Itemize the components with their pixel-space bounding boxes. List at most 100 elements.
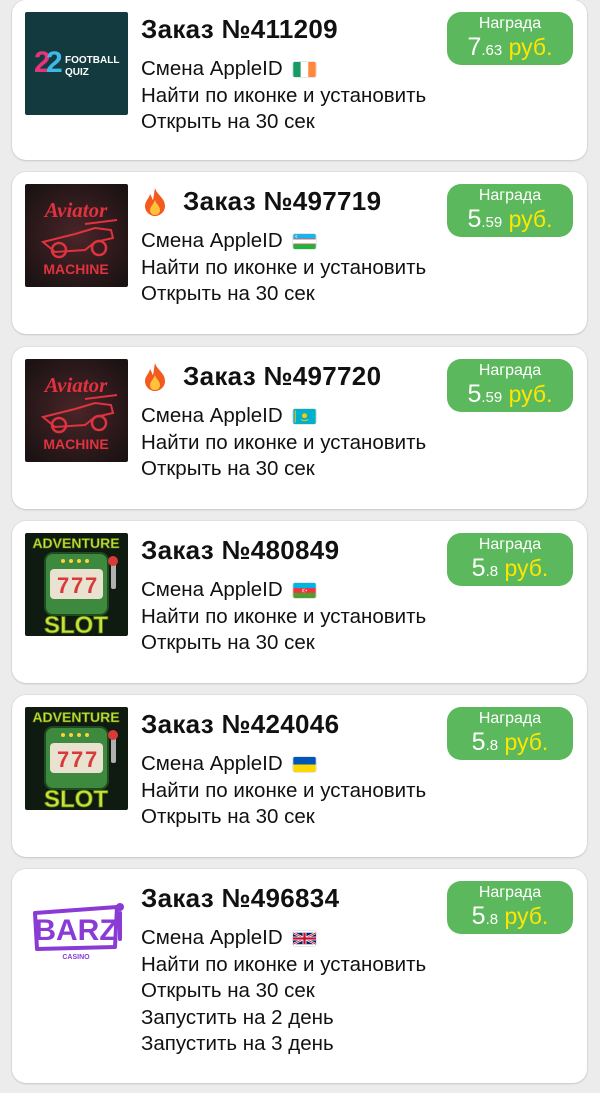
svg-text:ADVENTURE: ADVENTURE xyxy=(32,709,119,725)
reward-fraction: .59 xyxy=(481,214,503,231)
reward-label: Награда xyxy=(478,362,542,379)
reward-amount: 5.8 руб. xyxy=(447,902,573,934)
svg-text:MACHINE: MACHINE xyxy=(43,436,108,452)
order-step: Открыть на 30 сек xyxy=(141,281,426,308)
reward-amount: 7.63 руб. xyxy=(447,33,573,65)
fire-icon xyxy=(141,187,169,217)
reward-badge: Награда 5.8 руб. xyxy=(447,707,573,760)
reward-currency: руб. xyxy=(502,381,553,407)
reward-currency: руб. xyxy=(502,34,553,60)
reward-integer: 5 xyxy=(471,728,486,756)
reward-badge: Награда 5.8 руб. xyxy=(447,533,573,586)
order-title-text: Заказ №480849 xyxy=(141,535,340,565)
azerbaijan-flag-icon xyxy=(292,582,316,598)
order-step-text: Найти по иконке и установить xyxy=(141,778,427,802)
order-steps: Смена AppleID Найти по иконке и установит… xyxy=(141,56,426,136)
order-title: Заказ №497720 xyxy=(141,361,381,392)
order-step-text: Найти по иконке и установить xyxy=(141,604,427,628)
reward-amount: 5.59 руб. xyxy=(447,380,573,412)
order-steps: Смена AppleID Найти по иконке и установит… xyxy=(141,577,426,657)
svg-text:Aviator: Aviator xyxy=(43,198,108,222)
order-step-text: Открыть на 30 сек xyxy=(141,282,315,305)
aviator-machine-icon: Aviator MACHINE xyxy=(25,184,128,287)
order-step: Смена AppleID xyxy=(141,577,426,604)
svg-text:2: 2 xyxy=(46,46,63,79)
order-step: Смена AppleID xyxy=(141,228,426,255)
order-step-text: Открыть на 30 сек xyxy=(141,631,315,654)
ukraine-flag-icon xyxy=(292,756,316,772)
reward-label: Награда xyxy=(478,710,542,727)
reward-integer: 5 xyxy=(467,380,482,408)
order-step: Найти по иконке и установить xyxy=(141,604,426,631)
order-card[interactable]: Aviator MACHINE Заказ №497720 Смена Appl… xyxy=(12,347,587,509)
barz-casino-icon: BARZ CASINO xyxy=(25,881,128,984)
football-quiz-icon: 2 2 FOOTBALL QUIZ xyxy=(25,12,128,115)
order-card[interactable]: ADVENTURE 7 7 7 SLOT Заказ №480849 Смена… xyxy=(12,521,587,683)
svg-text:7: 7 xyxy=(85,747,97,772)
order-title: Заказ №480849 xyxy=(141,535,339,566)
reward-amount: 5.59 руб. xyxy=(447,205,573,237)
order-card[interactable]: ADVENTURE 7 7 7 SLOT Заказ №424046 Смена… xyxy=(12,695,587,857)
order-step-text: Открыть на 30 сек xyxy=(141,110,315,133)
uzbekistan-flag-icon xyxy=(292,233,316,249)
reward-fraction: .59 xyxy=(481,389,503,406)
order-step: Открыть на 30 сек xyxy=(141,456,426,483)
reward-currency: руб. xyxy=(498,903,549,929)
svg-text:7: 7 xyxy=(71,573,83,598)
aviator-machine-icon: Aviator MACHINE xyxy=(25,359,128,462)
order-step: Открыть на 30 сек xyxy=(141,804,426,831)
fire-icon xyxy=(141,362,169,392)
reward-currency: руб. xyxy=(502,206,553,232)
order-step-text: Найти по иконке и установить xyxy=(141,255,427,279)
order-title: Заказ №411209 xyxy=(141,14,338,45)
reward-label: Награда xyxy=(478,187,542,204)
order-step-text: Смена AppleID xyxy=(141,404,283,427)
order-step-text: Запустить на 3 день xyxy=(141,1032,334,1055)
svg-text:Aviator: Aviator xyxy=(43,373,108,397)
order-title-text: Заказ №496834 xyxy=(141,883,340,913)
svg-text:7: 7 xyxy=(85,573,97,598)
reward-integer: 5 xyxy=(471,554,486,582)
reward-label: Награда xyxy=(478,884,542,901)
order-title: Заказ №424046 xyxy=(141,709,339,740)
reward-integer: 7 xyxy=(467,33,482,61)
reward-badge: Награда 5.59 руб. xyxy=(447,184,573,237)
svg-text:7: 7 xyxy=(57,747,69,772)
order-step: Смена AppleID xyxy=(141,925,426,952)
order-step: Запустить на 3 день xyxy=(141,1031,426,1058)
order-title: Заказ №496834 xyxy=(141,883,339,914)
reward-fraction: .8 xyxy=(485,737,499,754)
order-step: Смена AppleID xyxy=(141,751,426,778)
ireland-flag-icon xyxy=(292,61,316,77)
adventure-slot-icon: ADVENTURE 7 7 7 SLOT xyxy=(25,707,128,810)
kazakhstan-flag-icon xyxy=(292,408,316,424)
reward-badge: Награда 7.63 руб. xyxy=(447,12,573,65)
svg-text:ADVENTURE: ADVENTURE xyxy=(32,535,119,551)
order-step-text: Открыть на 30 сек xyxy=(141,805,315,828)
order-step: Найти по иконке и установить xyxy=(141,778,426,805)
order-step-text: Запустить на 2 день xyxy=(141,1005,334,1029)
reward-currency: руб. xyxy=(498,729,549,755)
order-card[interactable]: BARZ CASINO Заказ №496834 Смена AppleID Н… xyxy=(12,869,587,1083)
order-title-text: Заказ №411209 xyxy=(141,14,338,44)
order-steps: Смена AppleID Найти по иконке и установит… xyxy=(141,751,426,831)
uk-flag-icon xyxy=(292,931,316,946)
svg-text:MACHINE: MACHINE xyxy=(43,261,108,277)
order-step: Найти по иконке и установить xyxy=(141,952,426,979)
svg-text:SLOT: SLOT xyxy=(44,786,108,810)
order-steps: Смена AppleID Найти по иконке и установит… xyxy=(141,228,426,308)
svg-text:7: 7 xyxy=(71,747,83,772)
order-title: Заказ №497719 xyxy=(141,186,381,217)
order-title-text: Заказ №497720 xyxy=(183,361,382,391)
order-step: Найти по иконке и установить xyxy=(141,430,426,457)
svg-text:7: 7 xyxy=(57,573,69,598)
reward-badge: Награда 5.8 руб. xyxy=(447,881,573,934)
order-step: Найти по иконке и установить xyxy=(141,83,426,110)
order-card[interactable]: Aviator MACHINE Заказ №497719 Смена Appl… xyxy=(12,172,587,334)
order-title-text: Заказ №424046 xyxy=(141,709,340,739)
svg-text:SLOT: SLOT xyxy=(44,612,108,636)
order-card[interactable]: 2 2 FOOTBALL QUIZ Заказ №411209 Смена Ap… xyxy=(12,0,587,160)
reward-fraction: .63 xyxy=(481,42,503,59)
order-step-text: Открыть на 30 сек xyxy=(141,457,315,480)
svg-text:FOOTBALL: FOOTBALL xyxy=(65,55,119,66)
